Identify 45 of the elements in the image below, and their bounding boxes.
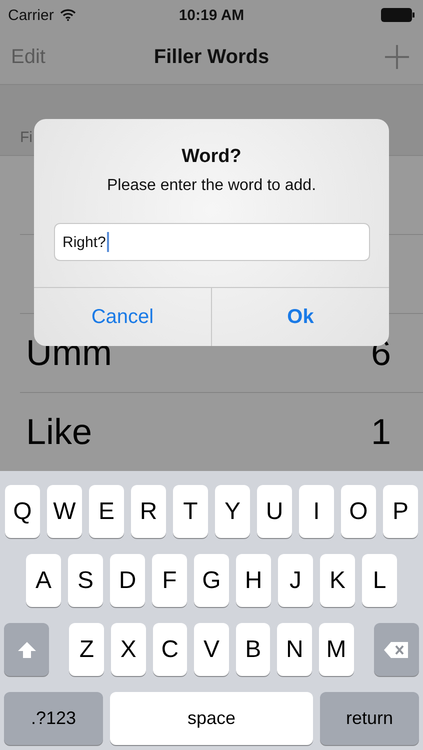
letter-key[interactable]: U: [257, 485, 292, 538]
delete-key[interactable]: [374, 623, 419, 676]
space-key[interactable]: space: [110, 692, 313, 745]
letter-key[interactable]: P: [383, 485, 418, 538]
letter-key[interactable]: I: [299, 485, 334, 538]
letter-key[interactable]: Q: [5, 485, 40, 538]
count-label: 1: [370, 411, 391, 453]
letter-key[interactable]: O: [341, 485, 376, 538]
letter-key[interactable]: S: [68, 554, 103, 607]
letter-key[interactable]: A: [26, 554, 61, 607]
letter-key[interactable]: V: [194, 623, 229, 676]
letter-key[interactable]: G: [194, 554, 229, 607]
letter-key[interactable]: X: [111, 623, 146, 676]
letter-key[interactable]: D: [110, 554, 145, 607]
letter-key[interactable]: M: [318, 623, 354, 676]
battery-icon: [381, 8, 415, 22]
section-header: Fi: [20, 129, 32, 146]
letter-key[interactable]: W: [47, 485, 82, 538]
backspace-icon: [383, 640, 410, 658]
letter-key[interactable]: H: [236, 554, 271, 607]
return-key[interactable]: return: [320, 692, 419, 745]
letter-key[interactable]: E: [89, 485, 124, 538]
carrier-label: Carrier: [8, 6, 54, 24]
add-icon[interactable]: [385, 45, 409, 69]
wifi-icon: [60, 9, 76, 21]
letter-key[interactable]: K: [320, 554, 355, 607]
letter-key[interactable]: R: [131, 485, 166, 538]
dialog-message: Please enter the word to add.: [106, 177, 316, 195]
shift-icon: [16, 640, 37, 658]
letter-key[interactable]: J: [278, 554, 313, 607]
letter-key[interactable]: F: [152, 554, 187, 607]
input-field[interactable]: Right?: [54, 223, 370, 261]
clock-time: 10:19 AM: [178, 6, 244, 24]
letter-key[interactable]: Y: [215, 485, 250, 538]
letter-key[interactable]: L: [362, 554, 397, 607]
dialog-title: Word?: [182, 146, 242, 168]
word-label: Like: [26, 411, 92, 453]
letter-key[interactable]: T: [173, 485, 208, 538]
letter-key[interactable]: Z: [69, 623, 104, 676]
letter-key[interactable]: N: [277, 623, 312, 676]
letter-key[interactable]: C: [152, 623, 188, 676]
letter-key[interactable]: B: [236, 623, 270, 676]
nav-title: Filler Words: [154, 46, 270, 68]
shift-key[interactable]: [4, 623, 50, 676]
numbers-key[interactable]: .?123: [4, 692, 104, 745]
